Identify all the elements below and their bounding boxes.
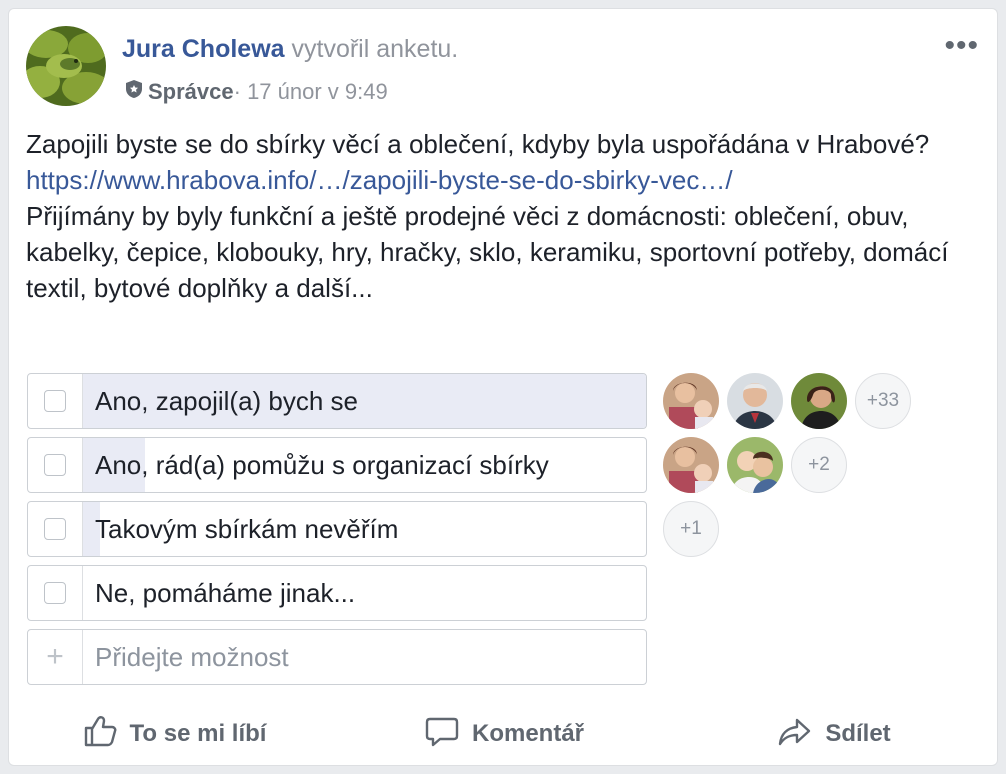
voter-avatar[interactable] [727, 437, 783, 493]
add-option-placeholder[interactable]: Přidejte možnost [95, 630, 289, 684]
share-button[interactable]: Sdílet [669, 709, 999, 759]
voter-avatars: +1 [663, 501, 719, 557]
author-name[interactable]: Jura Cholewa [122, 35, 285, 63]
post-body: Zapojili byste se do sbírky věcí a obleč… [26, 126, 976, 306]
admin-badge-icon [124, 79, 144, 105]
poll-checkbox[interactable] [44, 390, 66, 412]
author-avatar[interactable] [26, 26, 106, 106]
comment-label: Komentář [471, 720, 585, 747]
post-meta: Správce · 17 únor v 9:49 [124, 79, 388, 105]
post-link[interactable]: https://www.hrabova.info/…/zapojili-byst… [26, 162, 976, 198]
poll-option-label: Ano, zapojil(a) bych se [95, 385, 359, 416]
post-card: Jura Cholewa vytvořil anketu. Správce · … [8, 8, 998, 766]
voter-avatars: +2 [663, 437, 847, 493]
poll-checkbox[interactable] [44, 518, 66, 540]
poll-option-label: Takovým sbírkám nevěřím [95, 513, 399, 544]
add-option-field[interactable]: + Přidejte možnost [27, 629, 647, 685]
thumbs-up-icon [82, 713, 118, 756]
post-actions: To se mi líbí Komentář Sdílet [9, 709, 999, 759]
voter-avatar[interactable] [663, 437, 719, 493]
more-options-icon[interactable]: ••• [944, 29, 979, 63]
voter-avatar[interactable] [791, 373, 847, 429]
share-label: Sdílet [825, 720, 891, 747]
role-label: Správce [148, 79, 234, 104]
like-button[interactable]: To se mi líbí [9, 709, 339, 759]
post-description: Přijímány by byly funkční a ještě prodej… [26, 201, 949, 303]
post-timestamp[interactable]: · 17 únor v 9:49 [234, 79, 388, 105]
more-voters-count[interactable]: +1 [663, 501, 719, 557]
like-label: To se mi líbí [129, 720, 267, 747]
more-voters-count[interactable]: +33 [855, 373, 911, 429]
author-line: Jura Cholewa vytvořil anketu. [122, 35, 458, 64]
poll-option[interactable]: Ano, rád(a) pomůžu s organizací sbírky [27, 437, 647, 493]
comment-button[interactable]: Komentář [339, 709, 669, 759]
post-action-text: vytvořil anketu. [284, 35, 459, 63]
voter-avatars: +33 [663, 373, 911, 429]
poll-option[interactable]: Ne, pomáháme jinak... [27, 565, 647, 621]
share-icon [777, 713, 813, 756]
voter-avatar[interactable] [727, 373, 783, 429]
post-question: Zapojili byste se do sbírky věcí a obleč… [26, 129, 930, 159]
poll-checkbox[interactable] [44, 582, 66, 604]
poll-option-label: Ano, rád(a) pomůžu s organizací sbírky [95, 449, 549, 480]
plus-icon[interactable]: + [46, 640, 64, 674]
voter-avatar[interactable] [663, 373, 719, 429]
more-voters-count[interactable]: +2 [791, 437, 847, 493]
poll-option[interactable]: Takovým sbírkám nevěřím [27, 501, 647, 557]
poll-option-label: Ne, pomáháme jinak... [95, 577, 356, 608]
poll-option[interactable]: Ano, zapojil(a) bych se [27, 373, 647, 429]
comment-icon [424, 713, 460, 756]
poll-checkbox[interactable] [44, 454, 66, 476]
